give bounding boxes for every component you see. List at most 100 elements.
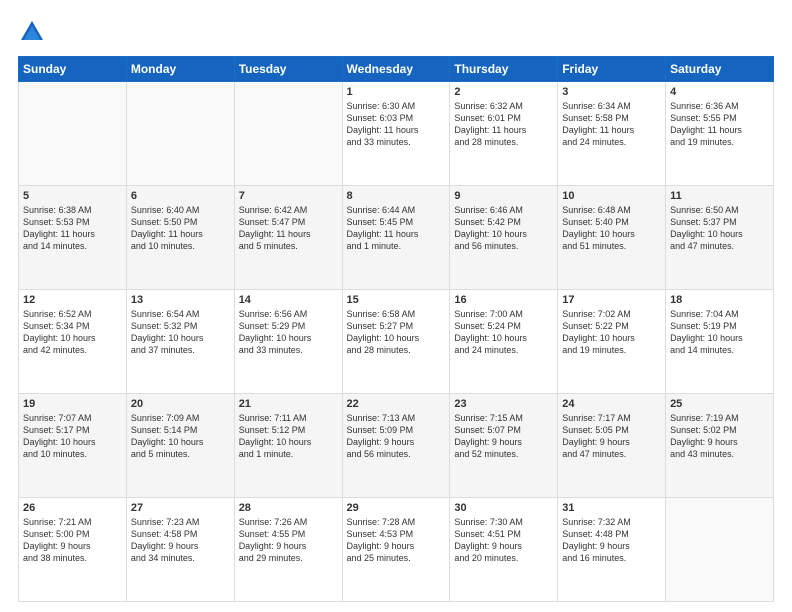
day-info: Sunrise: 7:00 AM Sunset: 5:24 PM Dayligh…	[454, 308, 553, 357]
week-row-5: 26 Sunrise: 7:21 AM Sunset: 5:00 PM Dayli…	[19, 498, 774, 602]
calendar-cell: 31 Sunrise: 7:32 AM Sunset: 4:48 PM Dayli…	[558, 498, 666, 602]
day-info: Sunrise: 6:40 AM Sunset: 5:50 PM Dayligh…	[131, 204, 230, 253]
day-number: 27	[131, 502, 230, 514]
calendar-cell: 29 Sunrise: 7:28 AM Sunset: 4:53 PM Dayli…	[342, 498, 450, 602]
calendar-cell	[234, 82, 342, 186]
day-info: Sunrise: 7:23 AM Sunset: 4:58 PM Dayligh…	[131, 516, 230, 565]
day-number: 22	[347, 398, 446, 410]
calendar-cell: 14 Sunrise: 6:56 AM Sunset: 5:29 PM Dayli…	[234, 290, 342, 394]
weekday-header-tuesday: Tuesday	[234, 57, 342, 82]
calendar-cell: 13 Sunrise: 6:54 AM Sunset: 5:32 PM Dayli…	[126, 290, 234, 394]
calendar-cell: 12 Sunrise: 6:52 AM Sunset: 5:34 PM Dayli…	[19, 290, 127, 394]
day-number: 28	[239, 502, 338, 514]
week-row-1: 1Sunrise: 6:30 AM Sunset: 6:03 PM Daylig…	[19, 82, 774, 186]
day-number: 13	[131, 294, 230, 306]
day-number: 6	[131, 190, 230, 202]
day-number: 16	[454, 294, 553, 306]
day-number: 12	[23, 294, 122, 306]
calendar-cell: 7 Sunrise: 6:42 AM Sunset: 5:47 PM Daylig…	[234, 186, 342, 290]
calendar-cell	[19, 82, 127, 186]
calendar-cell: 20 Sunrise: 7:09 AM Sunset: 5:14 PM Dayli…	[126, 394, 234, 498]
calendar-cell: 25 Sunrise: 7:19 AM Sunset: 5:02 PM Dayli…	[666, 394, 774, 498]
day-info: Sunrise: 7:32 AM Sunset: 4:48 PM Dayligh…	[562, 516, 661, 565]
day-number: 1	[347, 86, 446, 98]
day-number: 17	[562, 294, 661, 306]
day-number: 5	[23, 190, 122, 202]
calendar-cell	[666, 498, 774, 602]
logo-icon	[18, 18, 46, 46]
calendar-cell: 1Sunrise: 6:30 AM Sunset: 6:03 PM Daylig…	[342, 82, 450, 186]
day-number: 3	[562, 86, 661, 98]
calendar-cell: 18 Sunrise: 7:04 AM Sunset: 5:19 PM Dayli…	[666, 290, 774, 394]
day-info: Sunrise: 7:17 AM Sunset: 5:05 PM Dayligh…	[562, 412, 661, 461]
calendar-cell: 16 Sunrise: 7:00 AM Sunset: 5:24 PM Dayli…	[450, 290, 558, 394]
weekday-header-friday: Friday	[558, 57, 666, 82]
day-number: 29	[347, 502, 446, 514]
day-info: Sunrise: 7:21 AM Sunset: 5:00 PM Dayligh…	[23, 516, 122, 565]
day-info: Sunrise: 6:50 AM Sunset: 5:37 PM Dayligh…	[670, 204, 769, 253]
weekday-header-row: SundayMondayTuesdayWednesdayThursdayFrid…	[19, 57, 774, 82]
day-info: Sunrise: 6:48 AM Sunset: 5:40 PM Dayligh…	[562, 204, 661, 253]
day-number: 23	[454, 398, 553, 410]
day-number: 10	[562, 190, 661, 202]
day-info: Sunrise: 7:09 AM Sunset: 5:14 PM Dayligh…	[131, 412, 230, 461]
page: SundayMondayTuesdayWednesdayThursdayFrid…	[0, 0, 792, 612]
weekday-header-thursday: Thursday	[450, 57, 558, 82]
calendar-cell: 15 Sunrise: 6:58 AM Sunset: 5:27 PM Dayli…	[342, 290, 450, 394]
day-number: 9	[454, 190, 553, 202]
calendar-cell: 28 Sunrise: 7:26 AM Sunset: 4:55 PM Dayli…	[234, 498, 342, 602]
calendar-cell: 17Sunrise: 7:02 AM Sunset: 5:22 PM Dayli…	[558, 290, 666, 394]
calendar-cell: 4 Sunrise: 6:36 AM Sunset: 5:55 PM Daylig…	[666, 82, 774, 186]
day-info: Sunrise: 6:58 AM Sunset: 5:27 PM Dayligh…	[347, 308, 446, 357]
day-number: 30	[454, 502, 553, 514]
day-info: Sunrise: 6:42 AM Sunset: 5:47 PM Dayligh…	[239, 204, 338, 253]
day-number: 14	[239, 294, 338, 306]
header	[18, 18, 774, 46]
day-info: Sunrise: 7:30 AM Sunset: 4:51 PM Dayligh…	[454, 516, 553, 565]
calendar-cell: 27 Sunrise: 7:23 AM Sunset: 4:58 PM Dayli…	[126, 498, 234, 602]
calendar-cell: 6 Sunrise: 6:40 AM Sunset: 5:50 PM Daylig…	[126, 186, 234, 290]
day-info: Sunrise: 7:07 AM Sunset: 5:17 PM Dayligh…	[23, 412, 122, 461]
day-number: 18	[670, 294, 769, 306]
calendar-cell: 19 Sunrise: 7:07 AM Sunset: 5:17 PM Dayli…	[19, 394, 127, 498]
day-info: Sunrise: 6:56 AM Sunset: 5:29 PM Dayligh…	[239, 308, 338, 357]
calendar-cell	[126, 82, 234, 186]
week-row-4: 19 Sunrise: 7:07 AM Sunset: 5:17 PM Dayli…	[19, 394, 774, 498]
day-number: 24	[562, 398, 661, 410]
day-info: Sunrise: 6:38 AM Sunset: 5:53 PM Dayligh…	[23, 204, 122, 253]
day-info: Sunrise: 6:46 AM Sunset: 5:42 PM Dayligh…	[454, 204, 553, 253]
day-info: Sunrise: 7:28 AM Sunset: 4:53 PM Dayligh…	[347, 516, 446, 565]
day-info: Sunrise: 6:36 AM Sunset: 5:55 PM Dayligh…	[670, 100, 769, 149]
day-number: 25	[670, 398, 769, 410]
weekday-header-monday: Monday	[126, 57, 234, 82]
calendar-cell: 2Sunrise: 6:32 AM Sunset: 6:01 PM Daylig…	[450, 82, 558, 186]
day-number: 21	[239, 398, 338, 410]
day-number: 26	[23, 502, 122, 514]
day-number: 15	[347, 294, 446, 306]
logo	[18, 18, 50, 46]
day-info: Sunrise: 7:26 AM Sunset: 4:55 PM Dayligh…	[239, 516, 338, 565]
day-number: 20	[131, 398, 230, 410]
calendar-cell: 11 Sunrise: 6:50 AM Sunset: 5:37 PM Dayli…	[666, 186, 774, 290]
calendar-cell: 5 Sunrise: 6:38 AM Sunset: 5:53 PM Daylig…	[19, 186, 127, 290]
day-number: 8	[347, 190, 446, 202]
day-number: 11	[670, 190, 769, 202]
calendar-table: SundayMondayTuesdayWednesdayThursdayFrid…	[18, 56, 774, 602]
calendar-cell: 23Sunrise: 7:15 AM Sunset: 5:07 PM Dayli…	[450, 394, 558, 498]
day-info: Sunrise: 6:52 AM Sunset: 5:34 PM Dayligh…	[23, 308, 122, 357]
weekday-header-sunday: Sunday	[19, 57, 127, 82]
calendar-cell: 21Sunrise: 7:11 AM Sunset: 5:12 PM Dayli…	[234, 394, 342, 498]
day-number: 19	[23, 398, 122, 410]
day-number: 31	[562, 502, 661, 514]
day-info: Sunrise: 7:04 AM Sunset: 5:19 PM Dayligh…	[670, 308, 769, 357]
day-info: Sunrise: 6:54 AM Sunset: 5:32 PM Dayligh…	[131, 308, 230, 357]
calendar-cell: 30 Sunrise: 7:30 AM Sunset: 4:51 PM Dayli…	[450, 498, 558, 602]
week-row-3: 12 Sunrise: 6:52 AM Sunset: 5:34 PM Dayli…	[19, 290, 774, 394]
day-number: 7	[239, 190, 338, 202]
calendar-cell: 26 Sunrise: 7:21 AM Sunset: 5:00 PM Dayli…	[19, 498, 127, 602]
calendar-cell: 22Sunrise: 7:13 AM Sunset: 5:09 PM Dayli…	[342, 394, 450, 498]
weekday-header-saturday: Saturday	[666, 57, 774, 82]
day-number: 4	[670, 86, 769, 98]
calendar-cell: 3Sunrise: 6:34 AM Sunset: 5:58 PM Daylig…	[558, 82, 666, 186]
day-info: Sunrise: 7:19 AM Sunset: 5:02 PM Dayligh…	[670, 412, 769, 461]
